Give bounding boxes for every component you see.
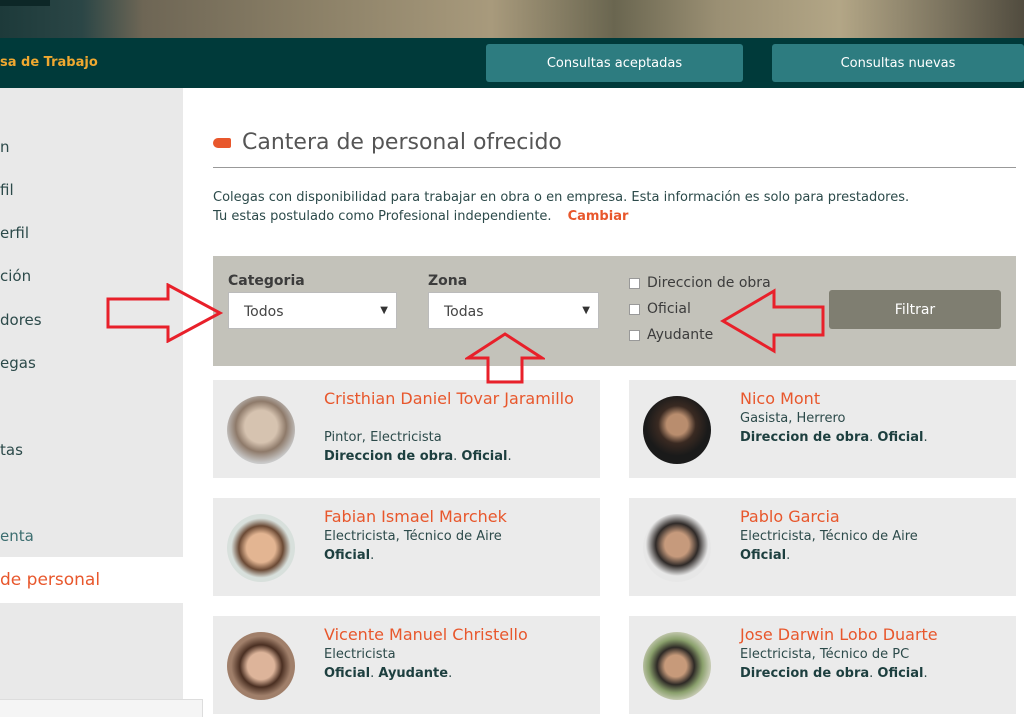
header-banner: [0, 0, 1024, 40]
avatar: [227, 632, 295, 700]
zone-label: Zona: [428, 273, 468, 289]
profile-card[interactable]: Vicente Manuel Christello Electricista O…: [213, 616, 600, 714]
sidebar-item-7[interactable]: tas: [0, 441, 23, 459]
zone-select-value: Todas: [444, 304, 484, 320]
profile-roles: Oficial.: [324, 548, 375, 563]
avatar: [227, 514, 295, 582]
profile-name[interactable]: Jose Darwin Lobo Duarte: [740, 626, 1000, 644]
sidebar-item-active[interactable]: de personal: [0, 557, 183, 603]
zone-select[interactable]: Todas ▼: [428, 292, 599, 329]
page-title-section: Cantera de personal ofrecido: [213, 128, 1016, 168]
profile-card[interactable]: Nico Mont Gasista, Herrero Direccion de …: [629, 380, 1016, 478]
profile-card[interactable]: Fabian Ismael Marchek Electricista, Técn…: [213, 498, 600, 596]
sidebar-item-4[interactable]: ción: [0, 267, 31, 285]
avatar: [643, 632, 711, 700]
sidebar-footer-tab: [0, 699, 203, 717]
profile-trades: Electricista, Técnico de Aire: [740, 529, 918, 544]
profile-trades: Electricista, Técnico de PC: [740, 647, 910, 662]
chevron-down-icon: ▼: [380, 305, 388, 316]
avatar: [643, 396, 711, 464]
profile-name[interactable]: Vicente Manuel Christello: [324, 626, 584, 644]
change-link[interactable]: Cambiar: [568, 209, 629, 224]
checkbox-ayudante[interactable]: Ayudante: [629, 327, 713, 343]
checkbox-label: Oficial: [647, 301, 691, 317]
profile-trades: Pintor, Electricista: [324, 430, 442, 445]
description-line-1: Colegas con disponibilidad para trabajar…: [213, 190, 910, 205]
sidebar-item-1[interactable]: n: [0, 138, 10, 156]
filter-panel: Categoria Todos ▼ Zona Todas ▼ Direccion…: [213, 256, 1016, 366]
checkbox-label: Ayudante: [647, 327, 714, 343]
annotation-arrow-up-icon: [465, 332, 545, 384]
sidebar: [0, 88, 183, 717]
annotation-arrow-left-icon: [720, 288, 825, 354]
profile-name[interactable]: Cristhian Daniel Tovar Jaramillo: [324, 390, 584, 408]
new-queries-button[interactable]: Consultas nuevas: [772, 44, 1024, 82]
profile-trades: Gasista, Herrero: [740, 411, 846, 426]
checkbox-icon[interactable]: [629, 303, 640, 315]
site-title: sa de Trabajo: [0, 55, 98, 70]
category-label: Categoria: [228, 273, 305, 289]
sidebar-item-2[interactable]: fil: [0, 181, 14, 199]
profile-card[interactable]: Jose Darwin Lobo Duarte Electricista, Té…: [629, 616, 1016, 714]
profile-roles: Oficial.: [740, 548, 791, 563]
category-select[interactable]: Todos ▼: [228, 292, 397, 329]
page-title: Cantera de personal ofrecido: [242, 130, 562, 155]
chevron-down-icon: ▼: [582, 305, 590, 316]
avatar: [643, 514, 711, 582]
sidebar-item-8[interactable]: enta: [0, 527, 34, 545]
annotation-arrow-right-icon: [106, 283, 224, 343]
sidebar-item-5[interactable]: dores: [0, 311, 42, 329]
profile-trades: Electricista, Técnico de Aire: [324, 529, 502, 544]
profile-card[interactable]: Pablo Garcia Electricista, Técnico de Ai…: [629, 498, 1016, 596]
profile-name[interactable]: Pablo Garcia: [740, 508, 1000, 526]
profile-trades: Electricista: [324, 647, 396, 662]
checkbox-icon[interactable]: [629, 329, 640, 341]
checkbox-oficial[interactable]: Oficial: [629, 301, 691, 317]
postulation-status: Tu estas postulado como Profesional inde…: [213, 209, 552, 224]
description-line-2: Tu estas postulado como Profesional inde…: [213, 209, 628, 224]
profile-name[interactable]: Nico Mont: [740, 390, 1000, 408]
profile-card[interactable]: Cristhian Daniel Tovar Jaramillo Pintor,…: [213, 380, 600, 478]
profile-roles: Oficial. Ayudante.: [324, 666, 453, 681]
profile-roles: Direccion de obra. Oficial.: [324, 449, 512, 464]
avatar: [227, 396, 295, 464]
accepted-queries-button[interactable]: Consultas aceptadas: [486, 44, 743, 82]
profile-roles: Direccion de obra. Oficial.: [740, 666, 928, 681]
bullet-icon: [213, 138, 231, 148]
sidebar-item-6[interactable]: egas: [0, 354, 36, 372]
profile-name[interactable]: Fabian Ismael Marchek: [324, 508, 584, 526]
category-select-value: Todos: [244, 304, 284, 320]
profile-roles: Direccion de obra. Oficial.: [740, 430, 928, 445]
checkbox-icon[interactable]: [629, 277, 640, 289]
sidebar-item-3[interactable]: erfil: [0, 224, 29, 242]
filter-button[interactable]: Filtrar: [829, 290, 1001, 329]
